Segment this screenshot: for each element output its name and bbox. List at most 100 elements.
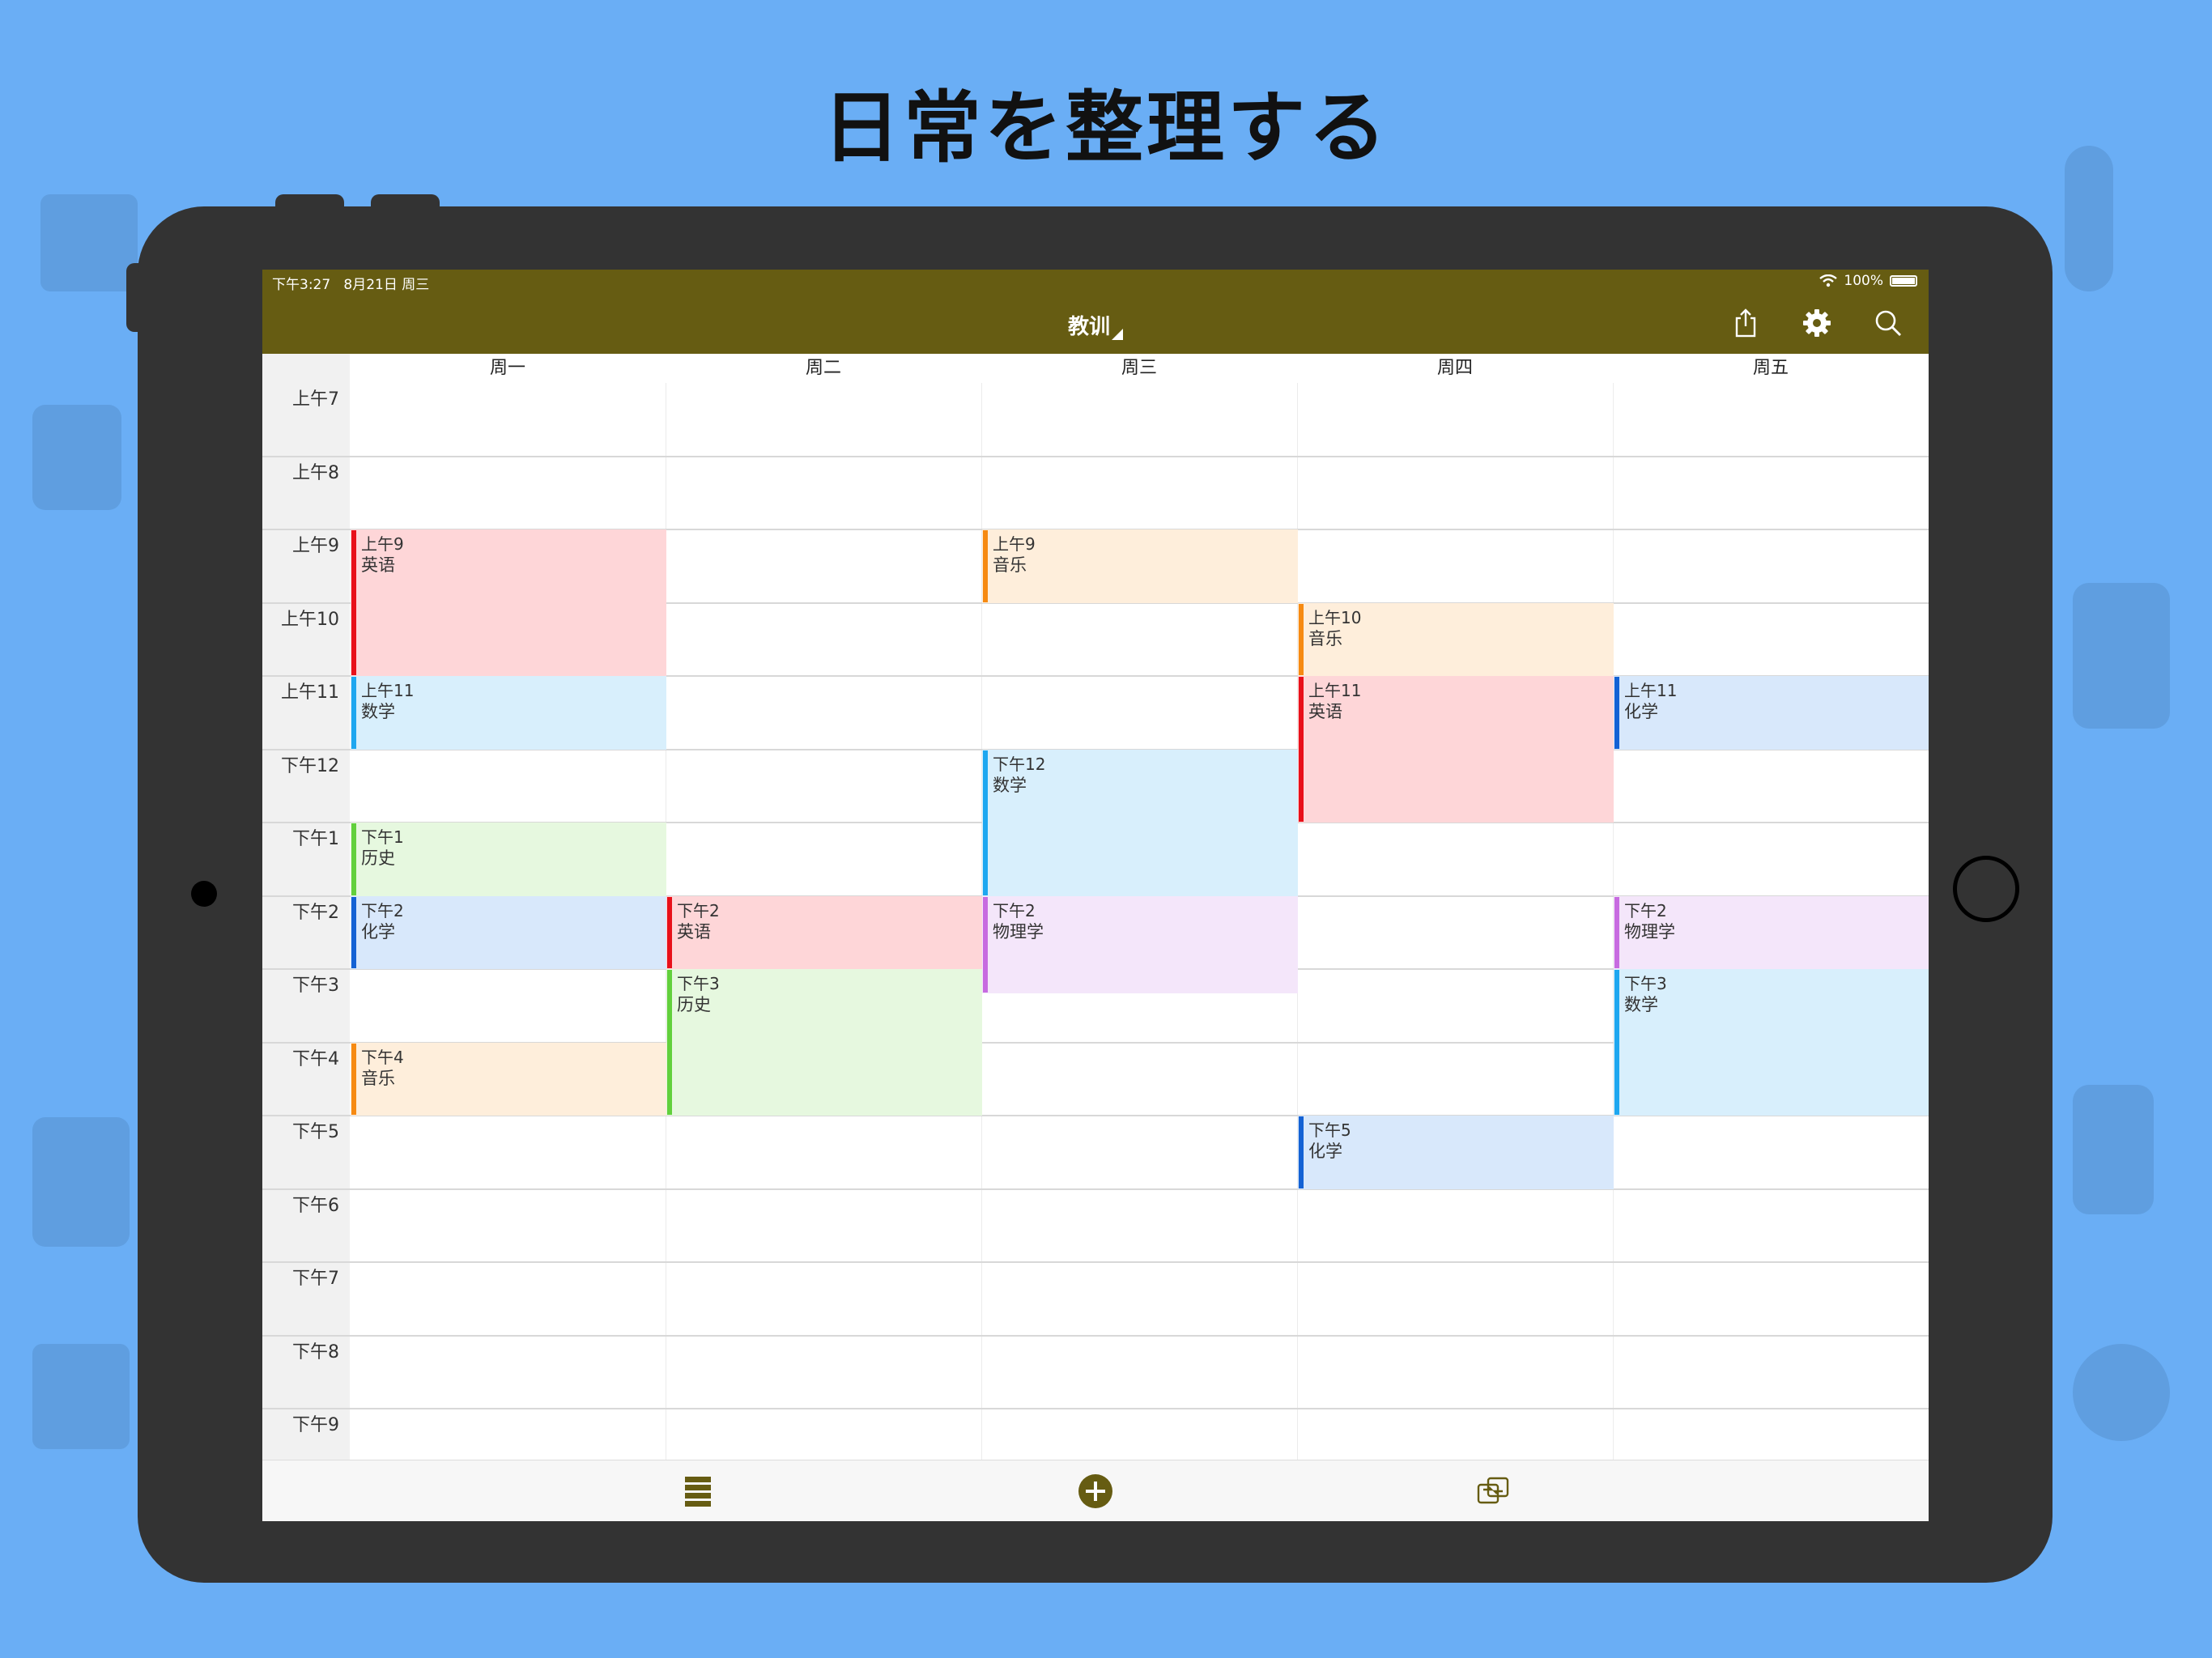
class-event[interactable]: 下午12 数学	[982, 749, 1298, 896]
class-event[interactable]: 上午9 英语	[351, 529, 666, 676]
battery-icon	[1890, 275, 1917, 287]
event-subject: 物理学	[1624, 921, 1675, 942]
time-label: 下午1	[292, 829, 339, 849]
event-subject: 英语	[1308, 702, 1342, 721]
time-label: 下午9	[292, 1415, 339, 1435]
event-time: 下午3	[677, 974, 720, 993]
time-label: 下午5	[292, 1122, 339, 1142]
event-time: 下午2	[993, 900, 1036, 920]
hour-divider	[262, 1115, 1929, 1116]
time-label: 下午7	[292, 1269, 339, 1289]
event-subject: 音乐	[993, 555, 1027, 575]
class-event[interactable]: 下午2 物理学	[982, 895, 1298, 993]
class-event[interactable]: 下午3 数学	[1614, 969, 1929, 1116]
class-event[interactable]: 下午4 音乐	[351, 1042, 666, 1116]
event-subject: 化学	[361, 921, 395, 942]
dropdown-triangle-icon	[1112, 329, 1123, 340]
event-subject: 数学	[993, 775, 1027, 795]
time-label: 上午8	[292, 462, 339, 483]
event-subject: 英语	[361, 555, 395, 575]
status-bar-right: 100%	[1819, 273, 1917, 289]
event-subject: 音乐	[361, 1068, 395, 1088]
class-event[interactable]: 上午11 英语	[1298, 676, 1614, 823]
event-time: 下午5	[1308, 1120, 1351, 1140]
add-icon[interactable]	[1078, 1473, 1113, 1509]
event-subject: 历史	[677, 995, 711, 1014]
event-subject: 化学	[1624, 702, 1658, 721]
wifi-icon	[1819, 274, 1838, 287]
event-time: 下午2	[677, 900, 720, 920]
event-time: 上午10	[1308, 607, 1362, 627]
class-event[interactable]: 下午1 历史	[351, 823, 666, 896]
tablet-home-button	[1953, 856, 2019, 922]
time-label: 下午12	[281, 755, 339, 776]
background-pattern-shape	[32, 1344, 130, 1449]
class-event[interactable]: 上午11 化学	[1614, 676, 1929, 750]
time-label: 下午2	[292, 902, 339, 923]
class-event[interactable]: 下午3 历史	[666, 969, 982, 1116]
background-pattern-shape	[32, 405, 121, 510]
page-title: 教训	[1067, 315, 1110, 339]
hour-divider	[262, 1334, 1929, 1337]
event-subject: 英语	[677, 921, 711, 942]
class-event[interactable]: 上午11 数学	[351, 676, 666, 750]
event-time: 上午9	[361, 534, 404, 554]
column-divider	[1613, 383, 1614, 1460]
timetable-title-button[interactable]: 教训	[262, 310, 1929, 340]
event-time: 下午3	[1624, 974, 1667, 993]
day-header: 周二	[805, 358, 841, 378]
hour-divider	[262, 455, 1929, 457]
gear-icon[interactable]	[1801, 307, 1833, 339]
class-event[interactable]: 上午9 音乐	[982, 529, 1298, 603]
background-pattern-shape	[40, 194, 138, 291]
day-header: 周五	[1752, 358, 1789, 378]
time-label: 上午9	[292, 536, 339, 556]
status-date: 8月21日 周三	[343, 277, 430, 293]
background-pattern-shape	[2073, 583, 2170, 729]
list-icon[interactable]	[680, 1473, 716, 1509]
event-subject: 物理学	[993, 921, 1044, 942]
class-event[interactable]: 下午2 化学	[351, 895, 666, 969]
event-subject: 数学	[361, 702, 395, 721]
hour-divider	[262, 1188, 1929, 1190]
class-event[interactable]: 下午5 化学	[1298, 1116, 1614, 1189]
background-pattern-shape	[32, 1117, 130, 1247]
hour-divider	[262, 1408, 1929, 1409]
time-label: 下午6	[292, 1195, 339, 1216]
headline: 日常を整理する	[823, 83, 1389, 173]
share-icon[interactable]	[1729, 307, 1762, 339]
background-pattern-shape	[2073, 1344, 2170, 1441]
background-pattern-shape	[2073, 1085, 2154, 1214]
event-time: 下午12	[993, 754, 1046, 774]
time-label: 下午3	[292, 976, 339, 996]
event-time: 下午2	[361, 900, 404, 920]
class-event[interactable]: 上午10 音乐	[1298, 602, 1614, 676]
event-subject: 数学	[1624, 995, 1658, 1014]
event-time: 上午11	[1624, 681, 1678, 700]
day-header: 周四	[1436, 358, 1473, 378]
time-label: 上午11	[281, 682, 339, 703]
timetable-grid[interactable]: 周一 周二 周三 周四 周五上午7 上午8 上午9 上午10 上午11 下午12 下午1 下午2 下午3…	[262, 354, 1929, 1483]
event-time: 下午4	[361, 1047, 404, 1067]
time-label: 下午8	[292, 1341, 339, 1363]
navigation-bar: 下午3:27 8月21日 周三 100% 教训	[262, 270, 1929, 354]
event-time: 上午9	[993, 534, 1036, 554]
tablet-camera	[191, 881, 217, 907]
day-header: 周三	[1121, 358, 1157, 378]
event-time: 上午11	[361, 681, 415, 700]
class-event[interactable]: 下午2 物理学	[1614, 895, 1929, 969]
time-label: 上午7	[292, 389, 339, 410]
column-divider	[1297, 383, 1298, 1460]
event-subject: 历史	[361, 848, 395, 868]
switch-icon[interactable]	[1475, 1473, 1511, 1509]
class-event[interactable]: 下午2 英语	[666, 895, 982, 969]
event-subject: 化学	[1308, 1141, 1342, 1161]
status-bar-left: 下午3:27 8月21日 周三	[272, 273, 429, 293]
app-screen: 下午3:27 8月21日 周三 100% 教训 周一 周二 周三 周四 周五 上…	[262, 270, 1929, 1521]
event-time: 下午2	[1624, 900, 1667, 920]
bottom-toolbar	[262, 1460, 1929, 1521]
day-header: 周一	[489, 358, 525, 378]
column-divider	[981, 383, 982, 1460]
search-icon[interactable]	[1872, 307, 1904, 339]
event-subject: 音乐	[1308, 628, 1342, 648]
